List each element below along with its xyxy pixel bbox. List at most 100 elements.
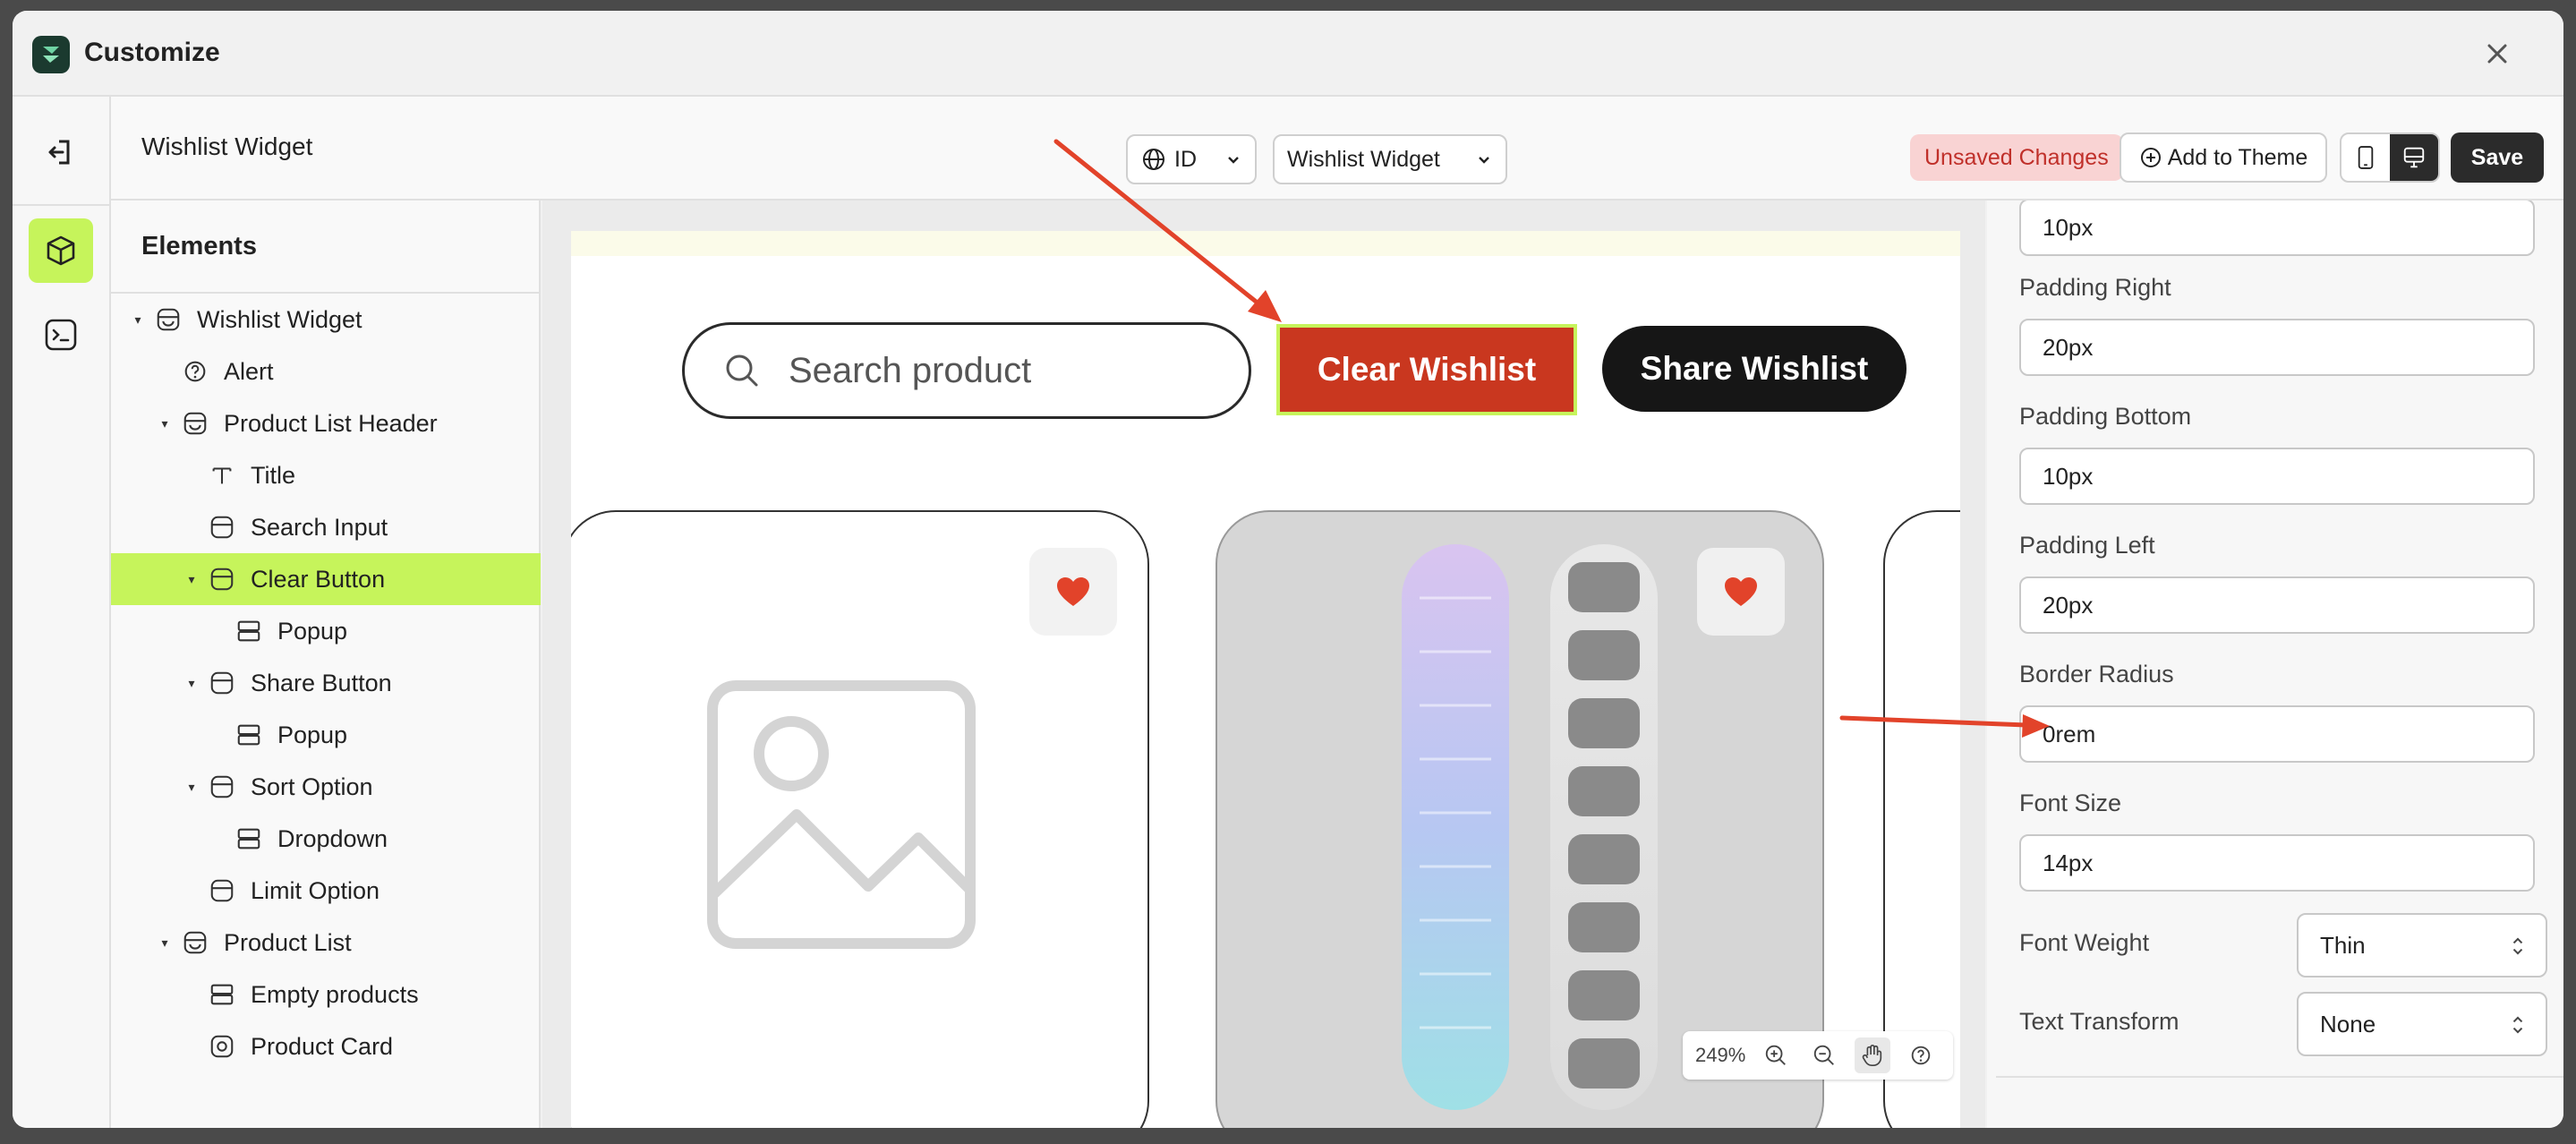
chevron-down-icon — [1479, 157, 1489, 164]
tree-item[interactable]: Title — [111, 449, 541, 501]
tree-item[interactable]: Dropdown — [111, 813, 541, 865]
tree-item[interactable]: ▾ Clear Button — [111, 553, 541, 605]
block-icon — [208, 773, 236, 801]
font-size-input[interactable]: 14px — [2019, 834, 2535, 892]
caret-down-icon[interactable]: ▾ — [184, 676, 199, 691]
padding-bottom-input[interactable]: 10px — [2019, 448, 2535, 505]
chevron-down-icon — [1228, 157, 1239, 164]
desktop-view-button[interactable] — [2390, 134, 2438, 181]
font-weight-value: Thin — [2320, 931, 2366, 959]
panel-divider — [1996, 1076, 2563, 1078]
close-icon[interactable] — [2481, 38, 2513, 70]
elements-panel: Elements ▾ Wishlist Widget Alert ▾ Product L… — [111, 201, 541, 1128]
mobile-icon — [2358, 146, 2374, 169]
padding-left-input[interactable]: 20px — [2019, 576, 2535, 634]
plus-circle-icon — [2140, 148, 2161, 167]
share-wishlist-button[interactable]: Share Wishlist — [1602, 326, 1906, 412]
tree-item-label: Sort Option — [251, 773, 373, 800]
help-circle-icon — [181, 357, 209, 386]
tree-item[interactable]: Product Card — [111, 1020, 541, 1072]
help-circle-icon — [1912, 1046, 1931, 1065]
properties-panel: 10px Padding Right 20px Padding Bottom 1… — [1987, 201, 2563, 1128]
search-placeholder: Search product — [789, 350, 1032, 390]
tree-item[interactable]: Empty products — [111, 969, 541, 1020]
mobile-view-button[interactable] — [2341, 134, 2390, 181]
tree-item-label: Product Card — [251, 1032, 394, 1060]
caret-down-icon[interactable]: ▾ — [158, 416, 172, 431]
add-to-theme-button[interactable]: Add to Theme — [2120, 132, 2327, 183]
layout-rows-icon — [235, 721, 263, 749]
caret-down-icon[interactable]: ▾ — [184, 572, 199, 587]
layout-rows-icon — [208, 980, 236, 1009]
elements-tab[interactable] — [29, 218, 93, 283]
language-select[interactable]: ID — [1126, 134, 1257, 184]
tree-item[interactable]: ▾ Share Button — [111, 657, 541, 709]
unsaved-changes-badge: Unsaved Changes — [1910, 134, 2123, 181]
save-button[interactable]: Save — [2451, 132, 2544, 183]
caret-down-icon[interactable]: ▾ — [131, 312, 145, 328]
tree-item[interactable]: Popup — [111, 709, 541, 761]
section-icon — [181, 409, 209, 438]
tree-item-label: Popup — [277, 721, 348, 748]
updown-chevron-icon — [2512, 1016, 2523, 1034]
tree-item[interactable]: Alert — [111, 346, 541, 397]
tree-item[interactable]: ▾ Product List Header — [111, 397, 541, 449]
padding-right-label: Padding Right — [2019, 274, 2171, 301]
left-rail — [13, 97, 111, 1128]
text-icon — [208, 461, 236, 490]
wishlist-heart-button[interactable] — [1697, 548, 1785, 636]
block-icon — [208, 669, 236, 697]
block-icon — [208, 513, 236, 542]
updown-chevron-icon — [2512, 937, 2523, 955]
help-button[interactable] — [1903, 1037, 1939, 1073]
tree-item[interactable]: ▾ Product List — [111, 917, 541, 969]
tree-item-label: Empty products — [251, 980, 419, 1008]
code-terminal-icon[interactable] — [41, 315, 81, 354]
caret-down-icon[interactable]: ▾ — [184, 780, 199, 795]
section-icon — [154, 305, 183, 334]
rail-divider — [13, 204, 111, 206]
tree-item-label: Limit Option — [251, 876, 380, 904]
globe-icon — [1143, 149, 1164, 170]
tree-item[interactable]: Limit Option — [111, 865, 541, 917]
search-input[interactable]: Search product — [682, 322, 1251, 419]
exit-icon[interactable] — [41, 132, 81, 172]
clear-wishlist-button[interactable]: Clear Wishlist — [1276, 324, 1577, 415]
title-bar: Customize — [13, 11, 2563, 97]
tree-item-label: Search Input — [251, 513, 388, 541]
layout-rows-icon — [235, 617, 263, 645]
border-radius-input[interactable]: 0rem — [2019, 705, 2535, 763]
add-to-theme-label: Add to Theme — [2167, 144, 2308, 170]
tree-item[interactable]: ▾ Wishlist Widget — [111, 294, 541, 346]
snowboard-product-image — [1402, 544, 1658, 1110]
zoom-in-icon — [1766, 1045, 1787, 1065]
tree-item-label: Share Button — [251, 669, 392, 696]
tree-item[interactable]: Popup — [111, 605, 541, 657]
product-card[interactable] — [571, 510, 1149, 1128]
desktop-icon — [2403, 147, 2425, 168]
tree-item[interactable]: Search Input — [111, 501, 541, 553]
template-select[interactable]: Wishlist Widget — [1273, 134, 1507, 184]
customize-window: Customize Wishlist Widget ID Wishlist Wi… — [13, 11, 2563, 1128]
heart-icon — [1725, 577, 1757, 606]
alert-strip — [571, 231, 1960, 256]
product-card-icon — [208, 1032, 236, 1061]
text-transform-label: Text Transform — [2019, 1008, 2179, 1035]
zoom-out-button[interactable] — [1806, 1037, 1842, 1073]
tree-item[interactable]: ▾ Sort Option — [111, 761, 541, 813]
heart-icon — [1057, 577, 1089, 606]
device-toggle — [2340, 132, 2440, 183]
font-weight-select[interactable]: Thin — [2297, 913, 2547, 978]
cube-icon — [47, 235, 75, 266]
wishlist-heart-button[interactable] — [1029, 548, 1117, 636]
caret-down-icon[interactable]: ▾ — [158, 935, 172, 951]
app-title: Customize — [84, 38, 220, 67]
pan-hand-button[interactable] — [1855, 1037, 1891, 1073]
text-transform-select[interactable]: None — [2297, 992, 2547, 1056]
padding-top-input[interactable]: 10px — [2019, 201, 2535, 256]
padding-right-input[interactable]: 20px — [2019, 319, 2535, 376]
image-placeholder-icon — [707, 680, 976, 949]
tree-item-label: Product List Header — [224, 409, 438, 437]
zoom-in-button[interactable] — [1758, 1037, 1794, 1073]
editor-header: Wishlist Widget ID Wishlist Widget Unsav… — [111, 97, 2563, 201]
